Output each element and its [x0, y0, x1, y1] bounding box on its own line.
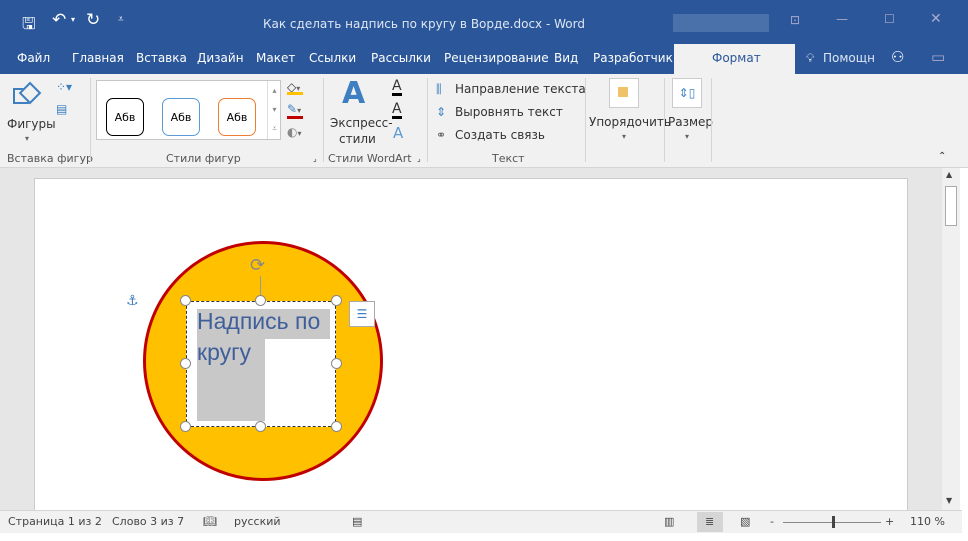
size-dropdown-icon: ▾: [685, 132, 690, 141]
macro-icon[interactable]: ▤: [352, 515, 362, 528]
tab-insert[interactable]: Вставка: [136, 51, 187, 65]
title-bar: 🖫 ↶ ▾ ↻ ⩡ Как сделать надпись по кругу в…: [0, 0, 968, 42]
vertical-scrollbar[interactable]: ▲ ▼: [942, 168, 960, 510]
ribbon-display-icon[interactable]: ⊡: [790, 13, 800, 27]
group-label-wordart: Стили WordArt: [328, 152, 412, 165]
express-styles-icon[interactable]: A: [342, 76, 365, 111]
text-direction-icon: ⫼: [436, 82, 442, 96]
scroll-down-icon[interactable]: ▼: [946, 496, 952, 505]
align-text-icon: ⇕: [436, 105, 447, 119]
print-layout-button[interactable]: ≣: [697, 512, 723, 532]
minimize-button[interactable]: —: [836, 12, 848, 26]
resize-handle[interactable]: [180, 295, 191, 306]
text-effects-icon[interactable]: A: [393, 124, 403, 142]
status-bar: Страница 1 из 2 Слово 3 из 7 📖︎ русский …: [0, 510, 962, 533]
link-icon: ⚭: [436, 128, 447, 142]
group-label-shape-styles: Стили фигур: [166, 152, 241, 165]
shape-effects-icon[interactable]: ◐▾: [287, 125, 302, 139]
tab-mailings[interactable]: Рассылки: [371, 51, 431, 65]
tab-developer[interactable]: Разработчик: [593, 51, 673, 65]
text-direction-button[interactable]: Направление текста: [455, 82, 586, 96]
tab-file[interactable]: Файл: [17, 51, 50, 65]
dialog-launcher-icon[interactable]: ⌟: [313, 154, 317, 163]
lightbulb-icon: 💡︎: [806, 51, 815, 65]
draw-textbox-icon[interactable]: ▤: [56, 102, 67, 116]
tab-references[interactable]: Ссылки: [309, 51, 356, 65]
zoom-in-button[interactable]: +: [885, 515, 894, 528]
shape-styles-gallery: Абв Абв Абв ▴ ▾ ⩡: [96, 80, 281, 140]
resize-handle[interactable]: [180, 421, 191, 432]
resize-handle[interactable]: [331, 358, 342, 369]
tab-home[interactable]: Главная: [72, 51, 124, 65]
resize-handle[interactable]: [331, 295, 342, 306]
tab-format[interactable]: Формат: [674, 44, 795, 74]
group-label-text: Текст: [492, 152, 525, 165]
arrange-button[interactable]: Упорядочить: [589, 115, 671, 129]
redo-icon[interactable]: ↻: [86, 10, 100, 30]
account-name-blurred: [673, 14, 769, 32]
read-mode-icon[interactable]: ▥: [664, 515, 674, 528]
rotate-handle-icon[interactable]: ⟳: [250, 255, 265, 276]
resize-handle[interactable]: [180, 358, 191, 369]
language[interactable]: русский: [234, 515, 281, 528]
save-icon[interactable]: 🖫: [22, 13, 36, 40]
group-label-insert-shapes: Вставка фигур: [7, 152, 93, 165]
arrange-dropdown-icon: ▾: [622, 132, 627, 141]
page-count[interactable]: Страница 1 из 2: [8, 515, 102, 528]
size-icon[interactable]: ⇕▯: [672, 78, 702, 108]
text-fill-icon[interactable]: A: [392, 79, 402, 96]
align-text-button[interactable]: Выровнять текст: [455, 105, 563, 119]
web-layout-icon[interactable]: ▧: [740, 515, 750, 528]
layout-options-icon[interactable]: ☰: [349, 301, 375, 327]
proofing-icon[interactable]: 📖︎: [203, 515, 217, 528]
word-count[interactable]: Слово 3 из 7: [112, 515, 184, 528]
edit-shape-icon[interactable]: ⁘▾: [56, 80, 72, 94]
ribbon: Фигуры ▾ ⁘▾ ▤ Вставка фигур Абв Абв Абв …: [0, 74, 968, 168]
text-outline-icon[interactable]: A: [392, 102, 402, 119]
close-button[interactable]: ✕: [930, 11, 942, 27]
shape-outline-icon[interactable]: ✎▾: [287, 102, 301, 116]
wordart-dialog-launcher-icon[interactable]: ⌟: [417, 154, 421, 163]
comments-icon[interactable]: ▭: [931, 48, 945, 66]
resize-handle[interactable]: [255, 295, 266, 306]
text-box[interactable]: Надпись по кругу: [186, 301, 336, 427]
ribbon-tabs: Файл Главная Вставка Дизайн Макет Ссылки…: [0, 42, 968, 74]
undo-dropdown-icon[interactable]: ▾: [71, 15, 75, 24]
textbox-text-line-2[interactable]: кругу: [197, 339, 251, 366]
shapes-dropdown-icon[interactable]: ▾: [25, 134, 29, 143]
textbox-text-line-1[interactable]: Надпись по: [197, 308, 320, 335]
tab-design[interactable]: Дизайн: [197, 51, 244, 65]
resize-handle[interactable]: [331, 421, 342, 432]
zoom-out-button[interactable]: -: [770, 515, 774, 528]
arrange-icon[interactable]: [609, 78, 639, 108]
shape-style-2[interactable]: Абв: [162, 98, 200, 136]
tab-view[interactable]: Вид: [554, 51, 578, 65]
maximize-button[interactable]: ☐: [884, 12, 895, 26]
tab-review[interactable]: Рецензирование: [444, 51, 549, 65]
express-styles-label-2: стили: [339, 132, 376, 146]
shape-style-1[interactable]: Абв: [106, 98, 144, 136]
zoom-level[interactable]: 110 %: [910, 515, 945, 528]
gallery-scroll[interactable]: ▴ ▾ ⩡: [267, 81, 281, 139]
share-icon[interactable]: ⚇: [891, 48, 904, 66]
collapse-ribbon-icon[interactable]: ⌃: [938, 151, 946, 162]
customize-icon[interactable]: ⩡: [118, 14, 124, 25]
undo-icon[interactable]: ↶: [52, 10, 66, 30]
shapes-button[interactable]: Фигуры: [7, 117, 56, 131]
tab-layout[interactable]: Макет: [256, 51, 295, 65]
shapes-icon[interactable]: [13, 81, 43, 112]
window-title: Как сделать надпись по кругу в Ворде.doc…: [263, 17, 585, 31]
shape-style-3[interactable]: Абв: [218, 98, 256, 136]
tab-format-label: Формат: [712, 51, 761, 65]
document-page[interactable]: ⚓ Надпись по кругу ⟳ ☰: [34, 178, 908, 518]
scroll-up-icon[interactable]: ▲: [946, 170, 952, 179]
zoom-slider-thumb[interactable]: [832, 516, 835, 528]
help-search[interactable]: Помощн: [823, 51, 875, 65]
express-styles-button[interactable]: Экспресс-: [330, 116, 393, 130]
scroll-thumb[interactable]: [945, 186, 957, 226]
size-button[interactable]: Размер: [668, 115, 713, 129]
resize-handle[interactable]: [255, 421, 266, 432]
anchor-icon: ⚓: [126, 293, 139, 309]
create-link-button[interactable]: Создать связь: [455, 128, 545, 142]
